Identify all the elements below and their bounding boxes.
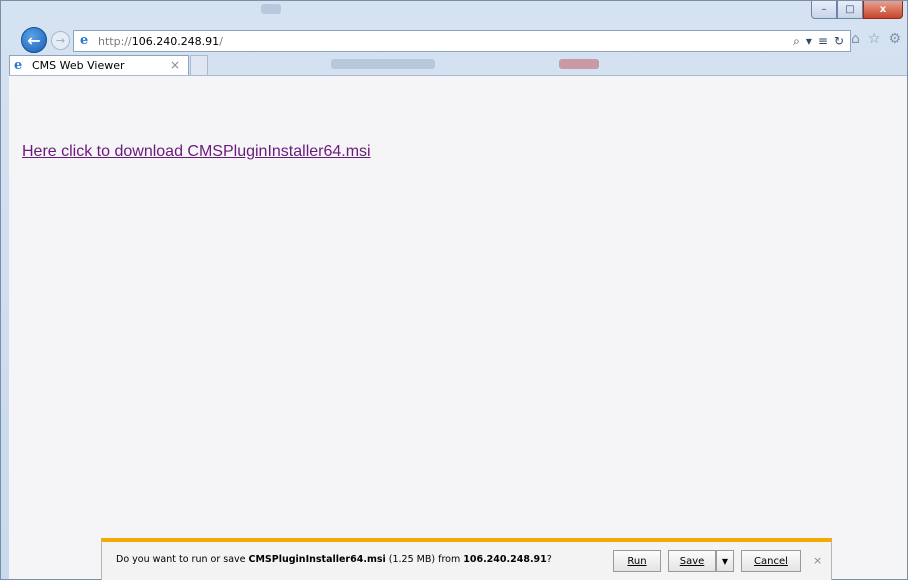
notification-filename: CMSPluginInstaller64.msi	[248, 554, 386, 565]
search-icon[interactable]: ⌕	[793, 34, 800, 49]
tab-row: e CMS Web Viewer ×	[1, 55, 907, 75]
title-bar: – □ x	[1, 1, 907, 23]
download-notification-bar: Do you want to run or save CMSPluginInst…	[101, 538, 832, 580]
close-window-button[interactable]: x	[863, 1, 903, 19]
maximize-button[interactable]: □	[837, 1, 863, 19]
dropdown-icon[interactable]: ▾	[806, 34, 812, 49]
notification-suffix: ?	[546, 554, 552, 565]
forward-arrow-icon: →	[55, 34, 66, 47]
address-row: ← → e http:// 106.240.248.91 / ⌕ ▾ ≡ ↻ ⌂…	[1, 27, 907, 55]
settings-gear-icon[interactable]: ⚙	[888, 31, 901, 47]
minimize-button[interactable]: –	[811, 1, 837, 19]
chevron-down-icon: ▼	[721, 556, 729, 566]
notification-host: 106.240.248.91	[463, 554, 547, 565]
refresh-icon[interactable]: ↻	[834, 34, 844, 49]
window-controls: – □ x	[811, 1, 903, 19]
blurred-region	[331, 59, 435, 69]
save-button[interactable]: Save	[668, 550, 716, 572]
back-button[interactable]: ←	[21, 27, 47, 53]
address-bar[interactable]: e http:// 106.240.248.91 / ⌕ ▾ ≡ ↻	[73, 30, 851, 52]
download-link[interactable]: Here click to download CMSPluginInstalle…	[22, 143, 371, 161]
url-host: 106.240.248.91	[131, 34, 220, 48]
browser-window: – □ x ← → e http:// 106.240.248.91 / ⌕ ▾…	[0, 0, 908, 580]
close-notification-icon[interactable]: ×	[813, 554, 822, 567]
url-protocol: http://	[98, 34, 132, 48]
blurred-region	[559, 59, 599, 69]
run-button[interactable]: Run	[613, 550, 661, 572]
compat-view-icon[interactable]: ≡	[818, 34, 828, 49]
cancel-button[interactable]: Cancel	[741, 550, 801, 572]
tab-cms-web-viewer[interactable]: e CMS Web Viewer ×	[9, 55, 189, 75]
favorites-icon[interactable]: ☆	[868, 31, 881, 47]
title-blur	[261, 4, 281, 14]
address-actions: ⌕ ▾ ≡ ↻	[793, 34, 844, 49]
notification-size: (1.25 MB) from	[385, 554, 464, 565]
new-tab-button[interactable]	[190, 55, 208, 75]
home-icon[interactable]: ⌂	[851, 31, 860, 47]
ie-page-icon: e	[80, 33, 89, 48]
tab-label: CMS Web Viewer	[32, 59, 125, 72]
page-content: Here click to download CMSPluginInstalle…	[9, 75, 907, 579]
notification-prefix: Do you want to run or save	[116, 554, 249, 565]
forward-button[interactable]: →	[51, 31, 70, 50]
tab-close-icon[interactable]: ×	[170, 58, 180, 72]
toolbar-icons: ⌂ ☆ ⚙	[851, 31, 901, 47]
back-arrow-icon: ←	[27, 30, 41, 50]
url-tail: /	[219, 34, 223, 48]
notification-message: Do you want to run or save CMSPluginInst…	[116, 554, 552, 565]
ie-page-icon: e	[14, 57, 23, 73]
save-dropdown-button[interactable]: ▼	[716, 550, 734, 572]
